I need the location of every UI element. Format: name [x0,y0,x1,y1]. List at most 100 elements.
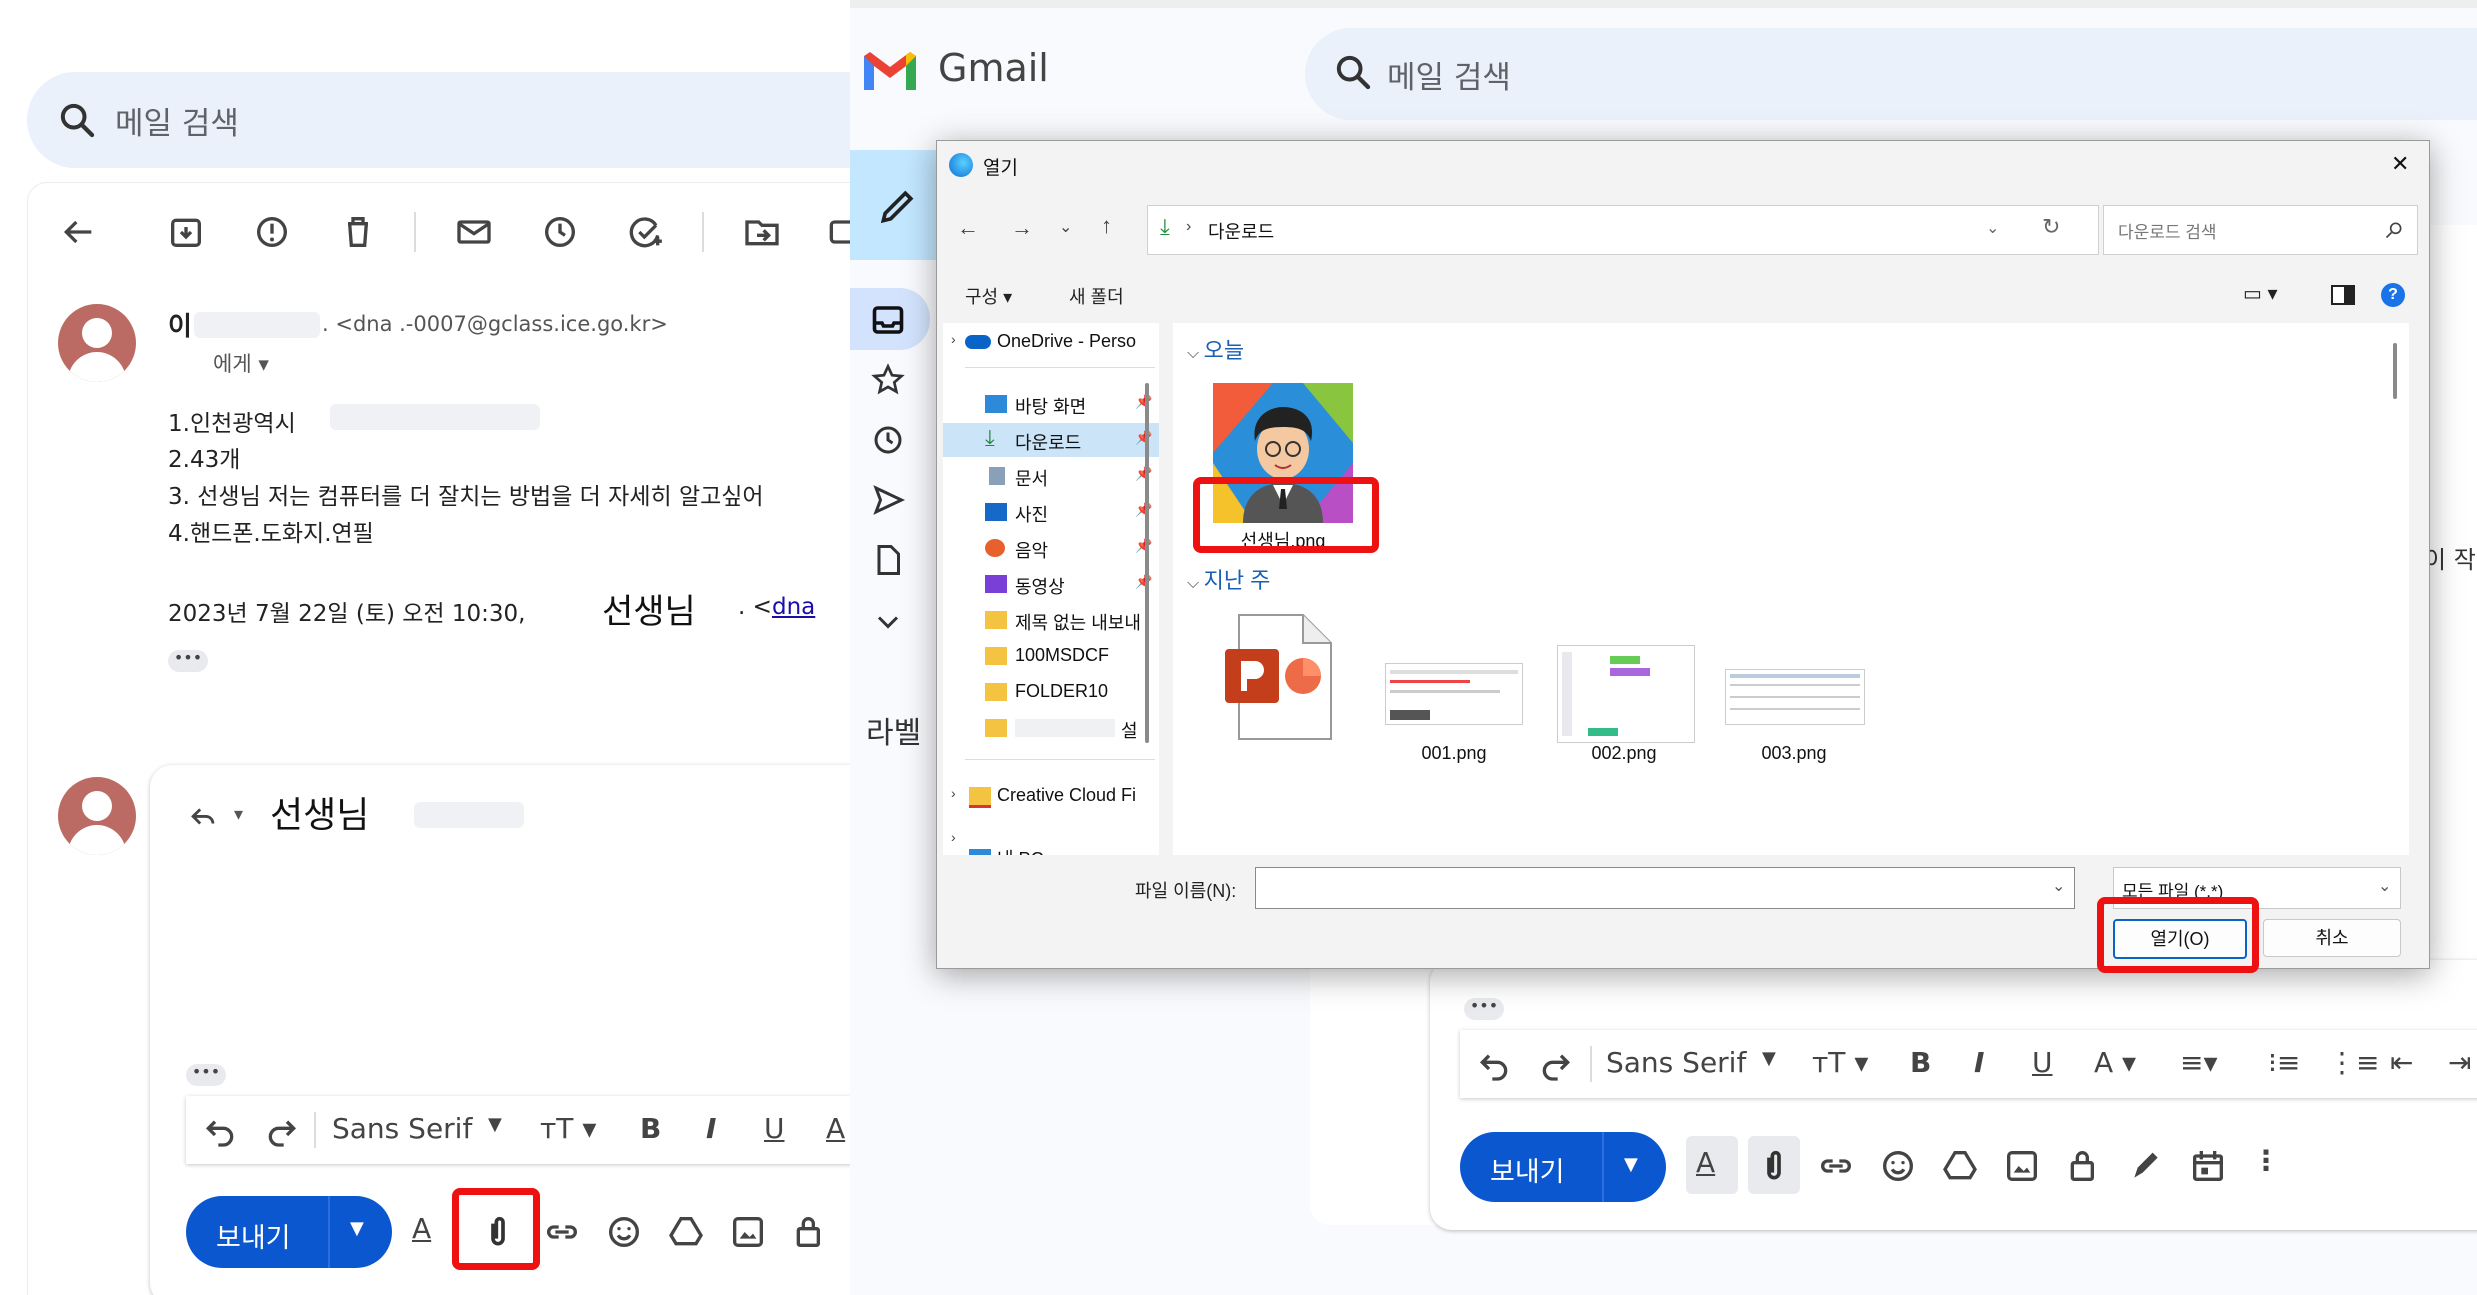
reply-type-dropdown[interactable]: ▾ [234,804,243,825]
nav-item-folder-export[interactable]: 제목 없는 내보내 [943,603,1159,637]
signature-pen-icon[interactable] [2126,1146,2166,1186]
more-options-icon[interactable]: ⋮ [2252,1144,2280,1177]
snoozed-icon[interactable] [870,422,906,458]
format-options-icon[interactable]: A [1696,1146,1715,1179]
pin-icon[interactable]: 📌 [1135,537,1152,554]
pin-icon[interactable]: 📌 [1135,429,1152,446]
numbered-list-icon[interactable]: ⁝≡ [2268,1046,2300,1079]
schedule-calendar-icon[interactable] [2188,1146,2228,1186]
right-search-bar[interactable]: 메일 검색 [1305,28,2477,120]
preview-pane-icon[interactable] [2331,285,2355,305]
font-chevron-icon[interactable]: ▼ [1762,1048,1776,1069]
reply-recipient[interactable]: 선생님 [270,786,369,838]
indent-more-icon[interactable]: ⇥ [2448,1046,2471,1079]
file-item-001[interactable]: 001.png [1379,663,1529,763]
group-today-header[interactable]: ⌵ 오늘 [1187,333,1244,365]
font-size-button[interactable]: тT ▾ [540,1112,596,1145]
breadcrumb-downloads[interactable]: 다운로드 [1208,218,1274,244]
reply-icon[interactable] [186,798,220,832]
expand-chevron-icon[interactable]: › [951,785,956,801]
left-search-bar[interactable]: 메일 검색 [27,72,850,168]
font-family-select[interactable]: Sans Serif [332,1112,472,1145]
snooze-icon[interactable] [540,212,580,252]
expand-chevron-icon[interactable]: › [951,331,956,347]
format-options-icon[interactable]: A [412,1212,431,1245]
nav-item-pictures[interactable]: 사진 📌 [943,495,1159,529]
search-icon[interactable] [2384,220,2404,240]
drafts-icon[interactable] [870,542,906,578]
recent-locations-icon[interactable]: ⌄ [1059,217,1072,237]
font-size-button[interactable]: тT ▾ [1812,1046,1868,1079]
up-arrow-icon[interactable]: ↑ [1101,213,1112,239]
schedule-send-dropdown[interactable]: ▼ [350,1218,364,1239]
label-icon[interactable] [826,212,850,252]
nav-item-folder10[interactable]: FOLDER10 [943,675,1159,709]
add-task-icon[interactable] [626,212,666,252]
report-spam-icon[interactable] [252,212,292,252]
cancel-button[interactable]: 취소 [2263,919,2401,957]
underline-button[interactable]: U [2032,1046,2053,1079]
nav-item-desktop[interactable]: 바탕 화면 📌 [943,387,1159,421]
text-color-button[interactable]: A ▾ [2094,1046,2136,1079]
pin-icon[interactable]: 📌 [1135,465,1152,482]
group-lastweek-header[interactable]: ⌵ 지난 주 [1187,563,1270,595]
emoji-icon[interactable] [1878,1146,1918,1186]
organize-menu[interactable]: 구성 ▾ [965,283,1012,309]
send-button[interactable]: 보내기 ▼ [186,1196,392,1268]
nav-item-music[interactable]: 음악 📌 [943,531,1159,565]
nav-item-onedrive[interactable]: › OneDrive - Perso [943,325,1159,359]
google-drive-icon[interactable] [666,1212,706,1252]
quote-email-link[interactable]: dna [772,594,815,620]
filename-input[interactable]: ⌄ [1255,867,2075,909]
gmail-brand[interactable]: Gmail [938,46,1049,90]
redo-icon[interactable] [262,1110,302,1150]
file-item-002[interactable]: 002.png [1549,645,1699,763]
gmail-logo-icon[interactable] [860,48,920,94]
insert-link-icon[interactable] [542,1212,582,1252]
to-me-dropdown[interactable]: 에게 ▾ [213,348,269,378]
align-button[interactable]: ≡▾ [2180,1046,2218,1079]
schedule-send-dropdown[interactable]: ▼ [1624,1154,1638,1175]
underline-button[interactable]: U [764,1112,785,1145]
font-family-select[interactable]: Sans Serif [1606,1046,1746,1079]
move-to-icon[interactable] [742,212,782,252]
insert-link-icon[interactable] [1816,1146,1856,1186]
mark-unread-icon[interactable] [454,212,494,252]
undo-icon[interactable] [200,1110,240,1150]
refresh-icon[interactable]: ↻ [2042,214,2060,240]
nav-item-downloads[interactable]: ⤓ 다운로드 📌 [943,423,1159,457]
attach-file-icon[interactable] [1754,1144,1794,1188]
delete-icon[interactable] [338,212,378,252]
nav-item-100msdcf[interactable]: 100MSDCF [943,639,1159,673]
starred-icon[interactable] [870,362,906,398]
file-item-powerpoint[interactable] [1219,613,1345,743]
nav-item-folder-redacted[interactable]: 설 [943,711,1159,745]
confidential-mode-icon[interactable] [2064,1144,2104,1188]
search-icon[interactable] [57,100,97,140]
nav-scrollbar[interactable] [1145,383,1149,743]
help-icon[interactable]: ? [2381,283,2405,307]
nav-item-videos[interactable]: 동영상 📌 [943,567,1159,601]
indent-less-icon[interactable]: ⇤ [2390,1046,2413,1079]
more-chevron-icon[interactable] [870,604,906,640]
compose-more-dots[interactable]: ••• [1464,998,1504,1020]
folder-search-box[interactable]: 다운로드 검색 [2103,205,2418,255]
show-trimmed-button[interactable]: ••• [168,650,208,672]
view-options-icon[interactable]: ▭ ▾ [2243,281,2278,306]
font-chevron-icon[interactable]: ▼ [488,1114,502,1135]
bold-button[interactable]: B [640,1112,661,1145]
expand-chevron-icon[interactable]: › [951,829,956,845]
archive-icon[interactable] [166,212,206,252]
filename-dropdown-icon[interactable]: ⌄ [2052,876,2065,896]
nav-item-this-pc[interactable]: › 내 PC [943,823,1159,855]
insert-photo-icon[interactable] [728,1212,768,1252]
sent-icon[interactable] [870,482,906,518]
pin-icon[interactable]: 📌 [1135,573,1152,590]
back-arrow-icon[interactable] [58,212,98,252]
compose-more-dots[interactable]: ••• [186,1064,226,1086]
text-color-button[interactable]: A [826,1112,845,1145]
address-bar[interactable]: ⤓ › 다운로드 ⌄ ↻ [1147,205,2099,255]
send-button[interactable]: 보내기 ▼ [1460,1132,1666,1202]
bulleted-list-icon[interactable]: ⋮≡ [2328,1046,2379,1079]
content-scrollbar[interactable] [2393,343,2397,399]
